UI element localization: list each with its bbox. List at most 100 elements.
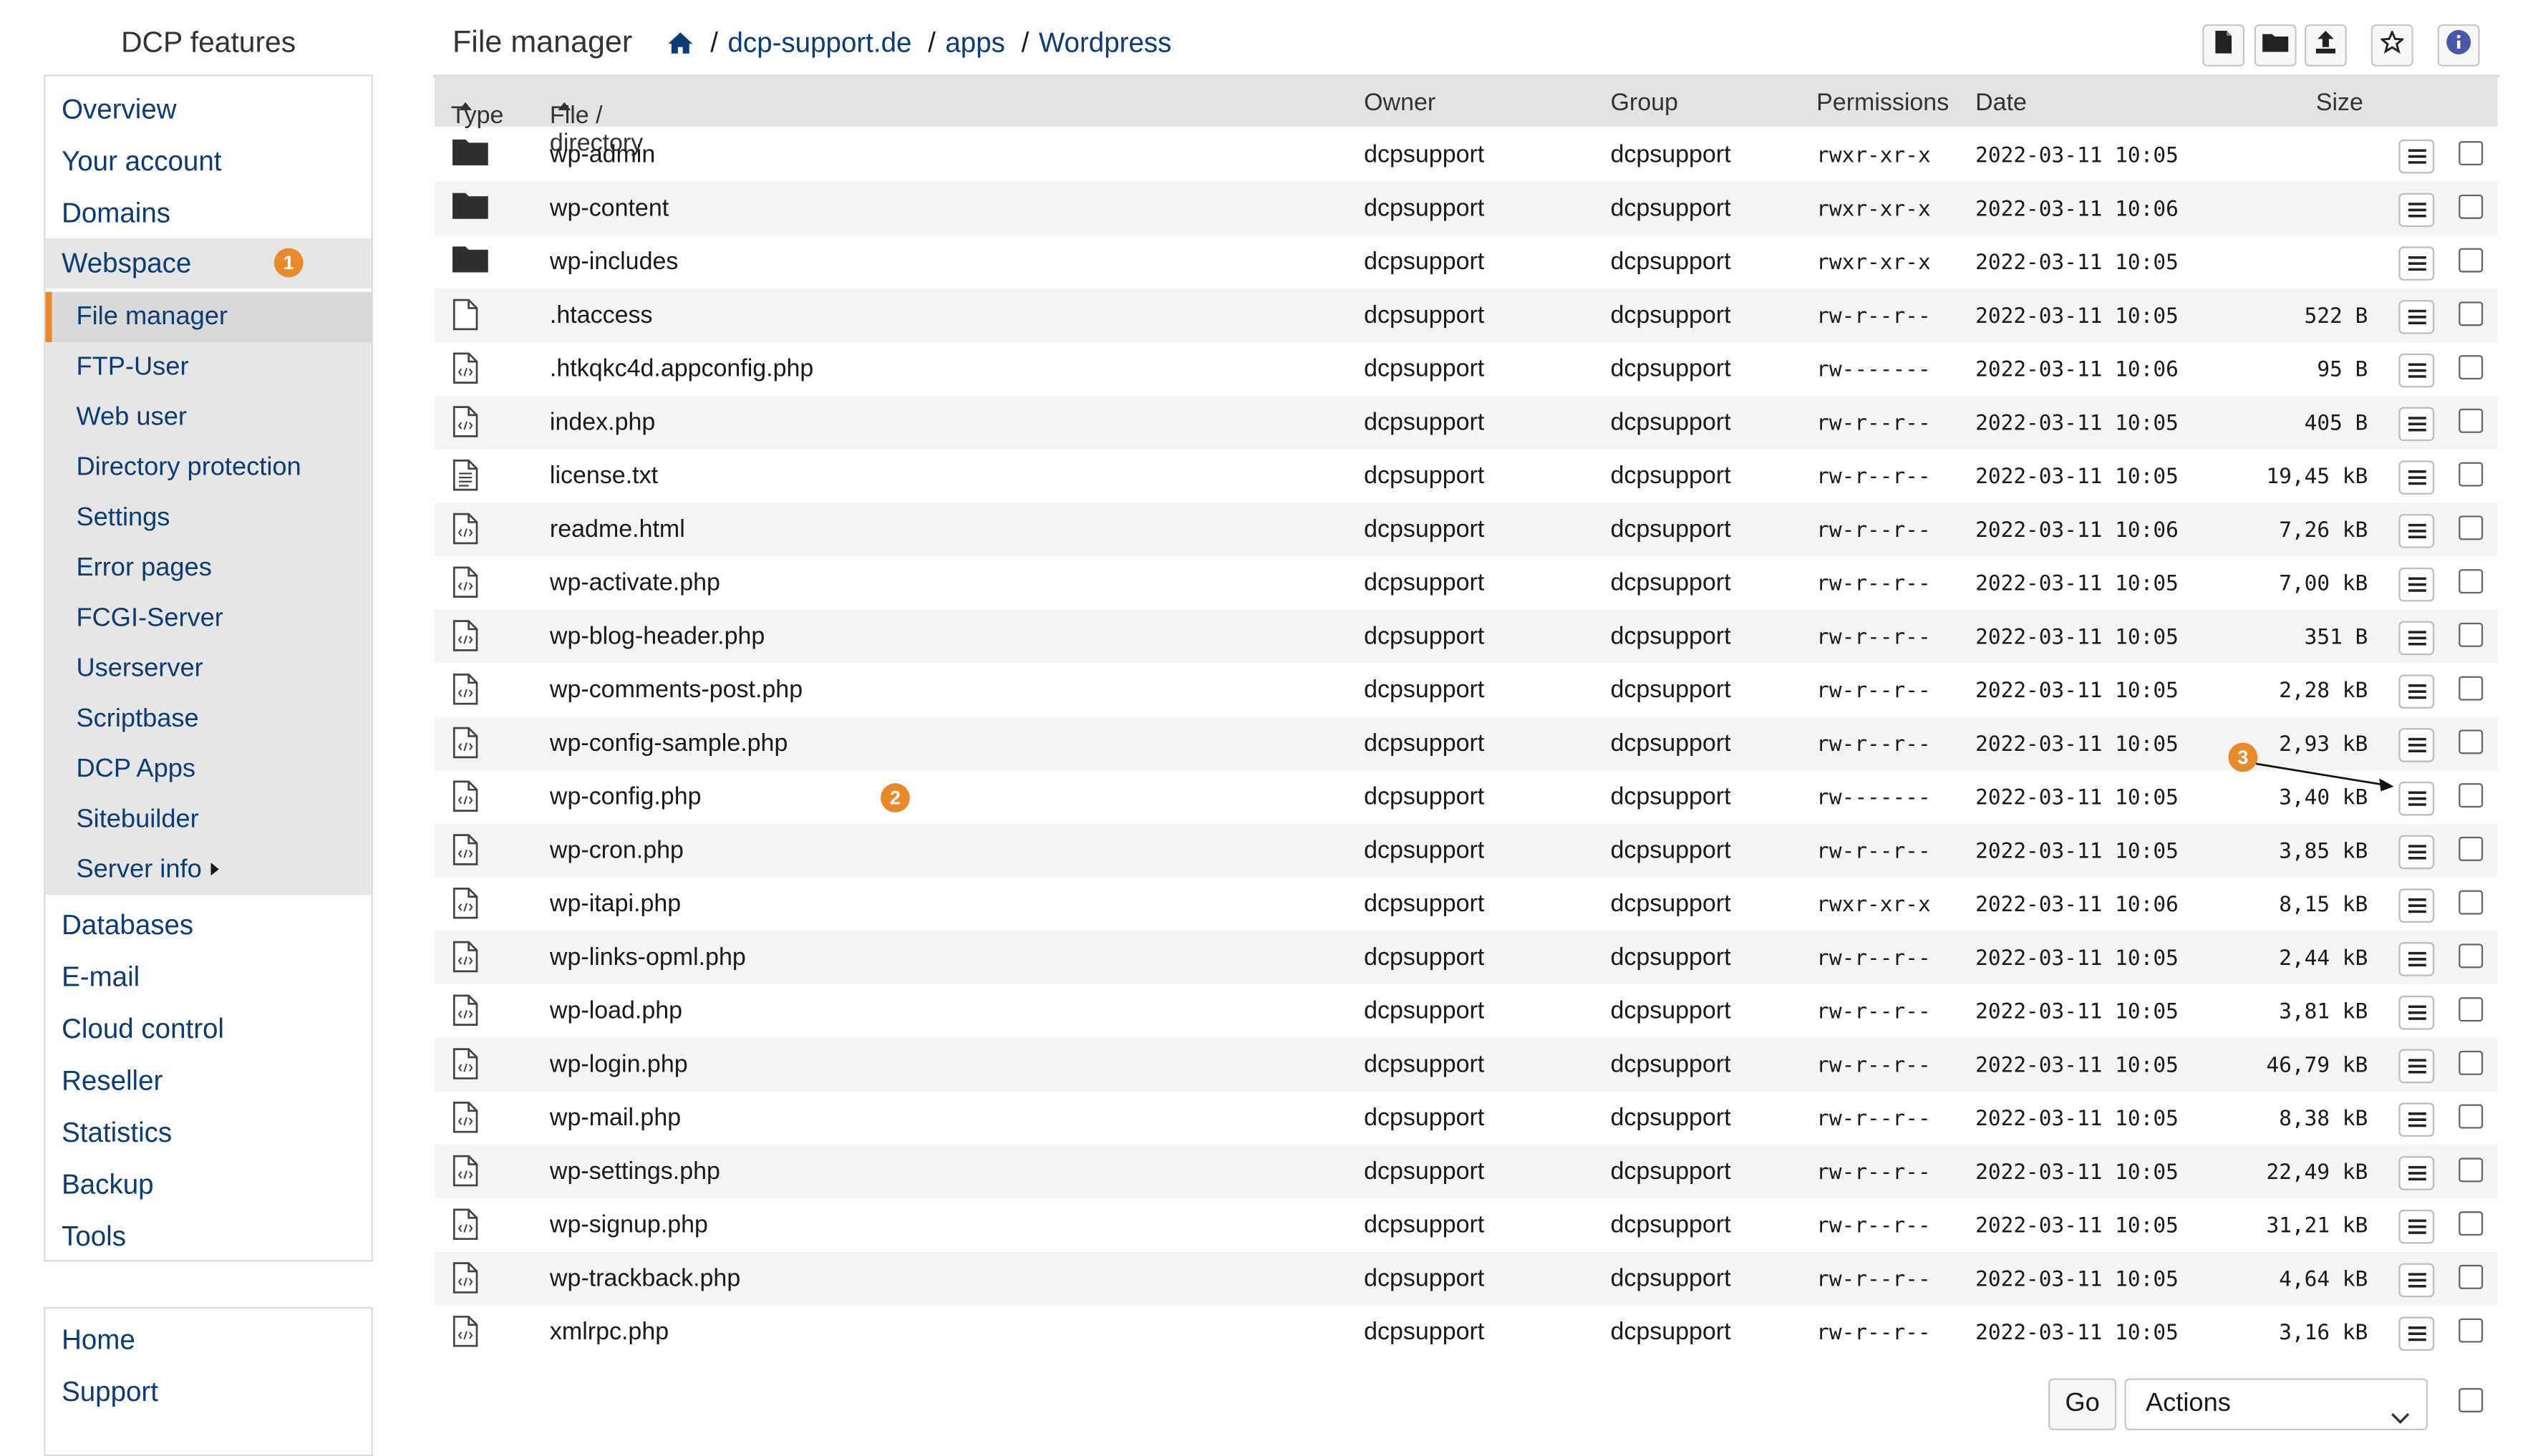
file-name[interactable]: wp-cron.php xyxy=(550,837,684,865)
row-checkbox[interactable] xyxy=(2459,569,2484,594)
nav-dcp-apps[interactable]: DCP Apps xyxy=(45,744,372,795)
nav-domains[interactable]: Domains xyxy=(45,188,371,238)
row-menu-button[interactable] xyxy=(2398,460,2435,495)
row-checkbox[interactable] xyxy=(2459,301,2484,326)
row-checkbox[interactable] xyxy=(2459,248,2484,273)
row-menu-button[interactable] xyxy=(2398,246,2435,281)
nav-webspace[interactable]: Webspace 1 xyxy=(45,238,372,289)
table-row[interactable]: wp-trackback.php dcpsupport dcpsupport rw-r… xyxy=(435,1251,2498,1306)
table-row[interactable]: wp-activate.php dcpsupport dcpsupport rw-r-… xyxy=(435,556,2497,610)
row-menu-button[interactable] xyxy=(2398,567,2435,602)
row-menu-button[interactable] xyxy=(2398,353,2435,388)
row-checkbox[interactable] xyxy=(2459,783,2484,808)
breadcrumb-wordpress[interactable]: Wordpress xyxy=(1039,28,1172,59)
file-name[interactable]: wp-config-sample.php xyxy=(550,729,788,757)
nav-fcgi-server[interactable]: FCGI-Server xyxy=(45,593,372,644)
row-menu-button[interactable] xyxy=(2398,1156,2435,1190)
file-name[interactable]: wp-config.php xyxy=(550,783,702,811)
nav-directory-protection[interactable]: Directory protection xyxy=(45,442,372,493)
nav-support[interactable]: Support xyxy=(45,1367,371,1417)
row-menu-button[interactable] xyxy=(2398,1263,2435,1298)
breadcrumb-apps[interactable]: apps xyxy=(945,28,1005,59)
row-checkbox[interactable] xyxy=(2459,943,2484,969)
file-name[interactable]: wp-trackback.php xyxy=(550,1265,740,1293)
file-name[interactable]: wp-login.php xyxy=(550,1051,688,1079)
row-menu-button[interactable] xyxy=(2398,942,2435,976)
row-checkbox[interactable] xyxy=(2459,1211,2484,1236)
file-name[interactable]: wp-itapi.php xyxy=(550,890,681,918)
row-checkbox[interactable] xyxy=(2459,1264,2484,1289)
row-checkbox[interactable] xyxy=(2459,836,2484,861)
nav-backup[interactable]: Backup xyxy=(45,1160,371,1210)
column-header-size[interactable]: Size xyxy=(2316,89,2363,117)
row-checkbox[interactable] xyxy=(2459,1104,2484,1129)
row-menu-button[interactable] xyxy=(2398,835,2435,870)
select-all-checkbox[interactable] xyxy=(2459,1388,2484,1413)
row-checkbox[interactable] xyxy=(2459,355,2484,380)
row-menu-button[interactable] xyxy=(2398,1209,2435,1244)
row-menu-button[interactable] xyxy=(2398,193,2435,228)
row-checkbox[interactable] xyxy=(2459,141,2484,166)
nav-cloud-control[interactable]: Cloud control xyxy=(45,1004,371,1054)
breadcrumb-domain[interactable]: dcp-support.de xyxy=(728,28,912,59)
file-name[interactable]: wp-signup.php xyxy=(550,1211,708,1239)
table-row[interactable]: wp-config.php dcpsupport dcpsupport rw-----… xyxy=(435,770,2497,824)
table-row[interactable]: license.txt dcpsupport dcpsupport rw-r--r--… xyxy=(435,449,2497,503)
nav-tools[interactable]: Tools xyxy=(45,1211,371,1261)
nav-databases[interactable]: Databases xyxy=(45,900,371,950)
file-name[interactable]: wp-load.php xyxy=(550,997,682,1025)
file-name[interactable]: .htkqkc4d.appconfig.php xyxy=(550,355,813,383)
go-button[interactable]: Go xyxy=(2048,1378,2117,1430)
row-menu-button[interactable] xyxy=(2398,1102,2435,1137)
nav-scriptbase[interactable]: Scriptbase xyxy=(45,694,372,744)
new-file-button[interactable] xyxy=(2202,24,2245,67)
column-header-permissions[interactable]: Permissions xyxy=(1816,89,1949,117)
file-name[interactable]: wp-admin xyxy=(550,141,655,169)
row-menu-button[interactable] xyxy=(2398,407,2435,442)
nav-error-pages[interactable]: Error pages xyxy=(45,543,372,594)
row-menu-button[interactable] xyxy=(2398,995,2435,1030)
favorite-button[interactable] xyxy=(2370,24,2413,67)
upload-button[interactable] xyxy=(2304,24,2347,67)
file-name[interactable]: wp-mail.php xyxy=(550,1105,681,1132)
info-button[interactable] xyxy=(2437,24,2480,67)
nav-server-info[interactable]: Server info xyxy=(45,845,372,896)
row-checkbox[interactable] xyxy=(2459,890,2484,915)
row-checkbox[interactable] xyxy=(2459,676,2484,701)
table-row[interactable]: wp-config-sample.php dcpsupport dcpsupport… xyxy=(435,717,2498,771)
file-name[interactable]: index.php xyxy=(550,409,655,437)
table-row[interactable]: wp-comments-post.php dcpsupport dcpsupport… xyxy=(435,664,2497,717)
table-row[interactable]: wp-login.php dcpsupport dcpsupport rw-r--r-… xyxy=(435,1037,2498,1092)
file-name[interactable]: wp-comments-post.php xyxy=(550,676,803,704)
table-row[interactable]: wp-includes dcpsupport dcpsupport rwxr-xr-x… xyxy=(435,235,2497,288)
table-row[interactable]: wp-admin dcpsupport dcpsupport rwxr-xr-x 202… xyxy=(435,128,2497,182)
row-checkbox[interactable] xyxy=(2459,1157,2484,1183)
file-name[interactable]: readme.html xyxy=(550,515,685,543)
nav-reseller[interactable]: Reseller xyxy=(45,1056,371,1106)
nav-email[interactable]: E-mail xyxy=(45,952,371,1002)
table-row[interactable]: wp-mail.php dcpsupport dcpsupport rw-r--r--… xyxy=(435,1092,2497,1145)
row-checkbox[interactable] xyxy=(2459,515,2484,540)
file-name[interactable]: wp-content xyxy=(550,195,669,223)
table-row[interactable]: .htaccess dcpsupport dcpsupport rw-r--r-- 20… xyxy=(435,288,2498,342)
column-header-group[interactable]: Group xyxy=(1610,89,1677,117)
file-name[interactable]: wp-settings.php xyxy=(550,1157,720,1185)
row-menu-button[interactable] xyxy=(2398,621,2435,656)
table-row[interactable]: wp-blog-header.php dcpsupport dcpsupport rw… xyxy=(435,609,2498,664)
home-icon[interactable] xyxy=(667,31,694,63)
row-checkbox[interactable] xyxy=(2459,997,2484,1022)
table-row[interactable]: wp-load.php dcpsupport dcpsupport rw-r--r--… xyxy=(435,984,2497,1038)
nav-settings[interactable]: Settings xyxy=(45,492,372,543)
row-menu-button[interactable] xyxy=(2398,781,2435,816)
table-row[interactable]: wp-settings.php dcpsupport dcpsupport rw-r-… xyxy=(435,1145,2498,1199)
nav-your-account[interactable]: Your account xyxy=(45,136,371,186)
table-row[interactable]: wp-itapi.php dcpsupport dcpsupport rwxr-xr-… xyxy=(435,878,2497,931)
nav-ftp-user[interactable]: FTP-User xyxy=(45,341,372,393)
table-row[interactable]: wp-signup.php dcpsupport dcpsupport rw-r--r… xyxy=(435,1198,2497,1252)
table-row[interactable]: wp-links-opml.php dcpsupport dcpsupport rw-… xyxy=(435,931,2498,985)
file-name[interactable]: license.txt xyxy=(550,462,658,490)
row-checkbox[interactable] xyxy=(2459,1050,2484,1075)
nav-home[interactable]: Home xyxy=(45,1315,371,1365)
nav-web-user[interactable]: Web user xyxy=(45,392,372,443)
row-menu-button[interactable] xyxy=(2398,514,2435,548)
